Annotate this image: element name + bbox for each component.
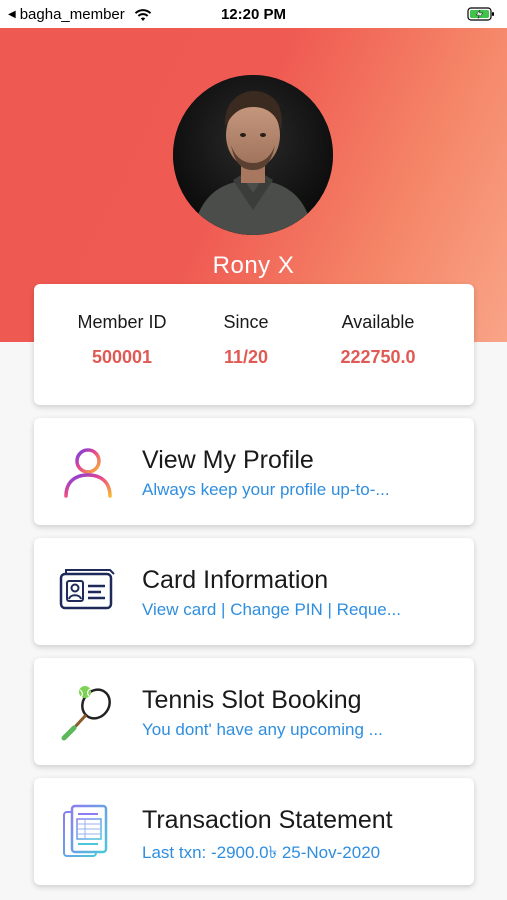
avatar-photo — [173, 75, 333, 235]
member-id-label: Member ID — [77, 312, 167, 332]
since-label: Since — [223, 312, 269, 332]
status-time: 12:20 PM — [220, 6, 287, 23]
member-id-stat: Member ID 500001 — [70, 312, 174, 368]
transaction-statement-title: Transaction Statement — [142, 806, 393, 834]
since-value: 11/20 — [223, 347, 269, 367]
user-name: Rony X — [212, 252, 295, 279]
avatar[interactable] — [173, 75, 333, 235]
transaction-statement-card[interactable]: Transaction Statement Last txn: -2900.0৳… — [34, 778, 474, 885]
available-label: Available — [341, 312, 415, 332]
battery-charging-icon — [467, 7, 494, 21]
tennis-booking-subtitle: You dont' have any upcoming ... — [142, 720, 383, 739]
tennis-booking-title: Tennis Slot Booking — [142, 686, 362, 714]
since-stat: Since 11/20 — [210, 312, 282, 368]
available-stat: Available 222750.0 — [322, 312, 434, 368]
tennis-booking-card[interactable]: Tennis Slot Booking You dont' have any u… — [34, 658, 474, 765]
id-card-icon — [58, 562, 118, 622]
available-value: 222750.0 — [340, 347, 416, 367]
card-information-title: Card Information — [142, 566, 329, 594]
view-profile-card[interactable]: View My Profile Always keep your profile… — [34, 418, 474, 525]
member-stats-card: Member ID 500001 Since 11/20 Available 2… — [34, 284, 474, 405]
tennis-racket-icon — [58, 682, 118, 742]
user-profile-icon — [58, 442, 118, 502]
card-information-card[interactable]: Card Information View card | Change PIN … — [34, 538, 474, 645]
statement-document-icon — [58, 802, 118, 862]
status-bar: ◀ bagha_member 12:20 PM — [0, 0, 507, 28]
view-profile-subtitle: Always keep your profile up-to-... — [142, 480, 390, 499]
card-information-subtitle: View card | Change PIN | Reque... — [142, 600, 401, 619]
member-id-value: 500001 — [91, 347, 153, 367]
view-profile-title: View My Profile — [142, 446, 314, 474]
transaction-statement-subtitle: Last txn: -2900.0৳ 25-Nov-2020 — [142, 843, 381, 862]
